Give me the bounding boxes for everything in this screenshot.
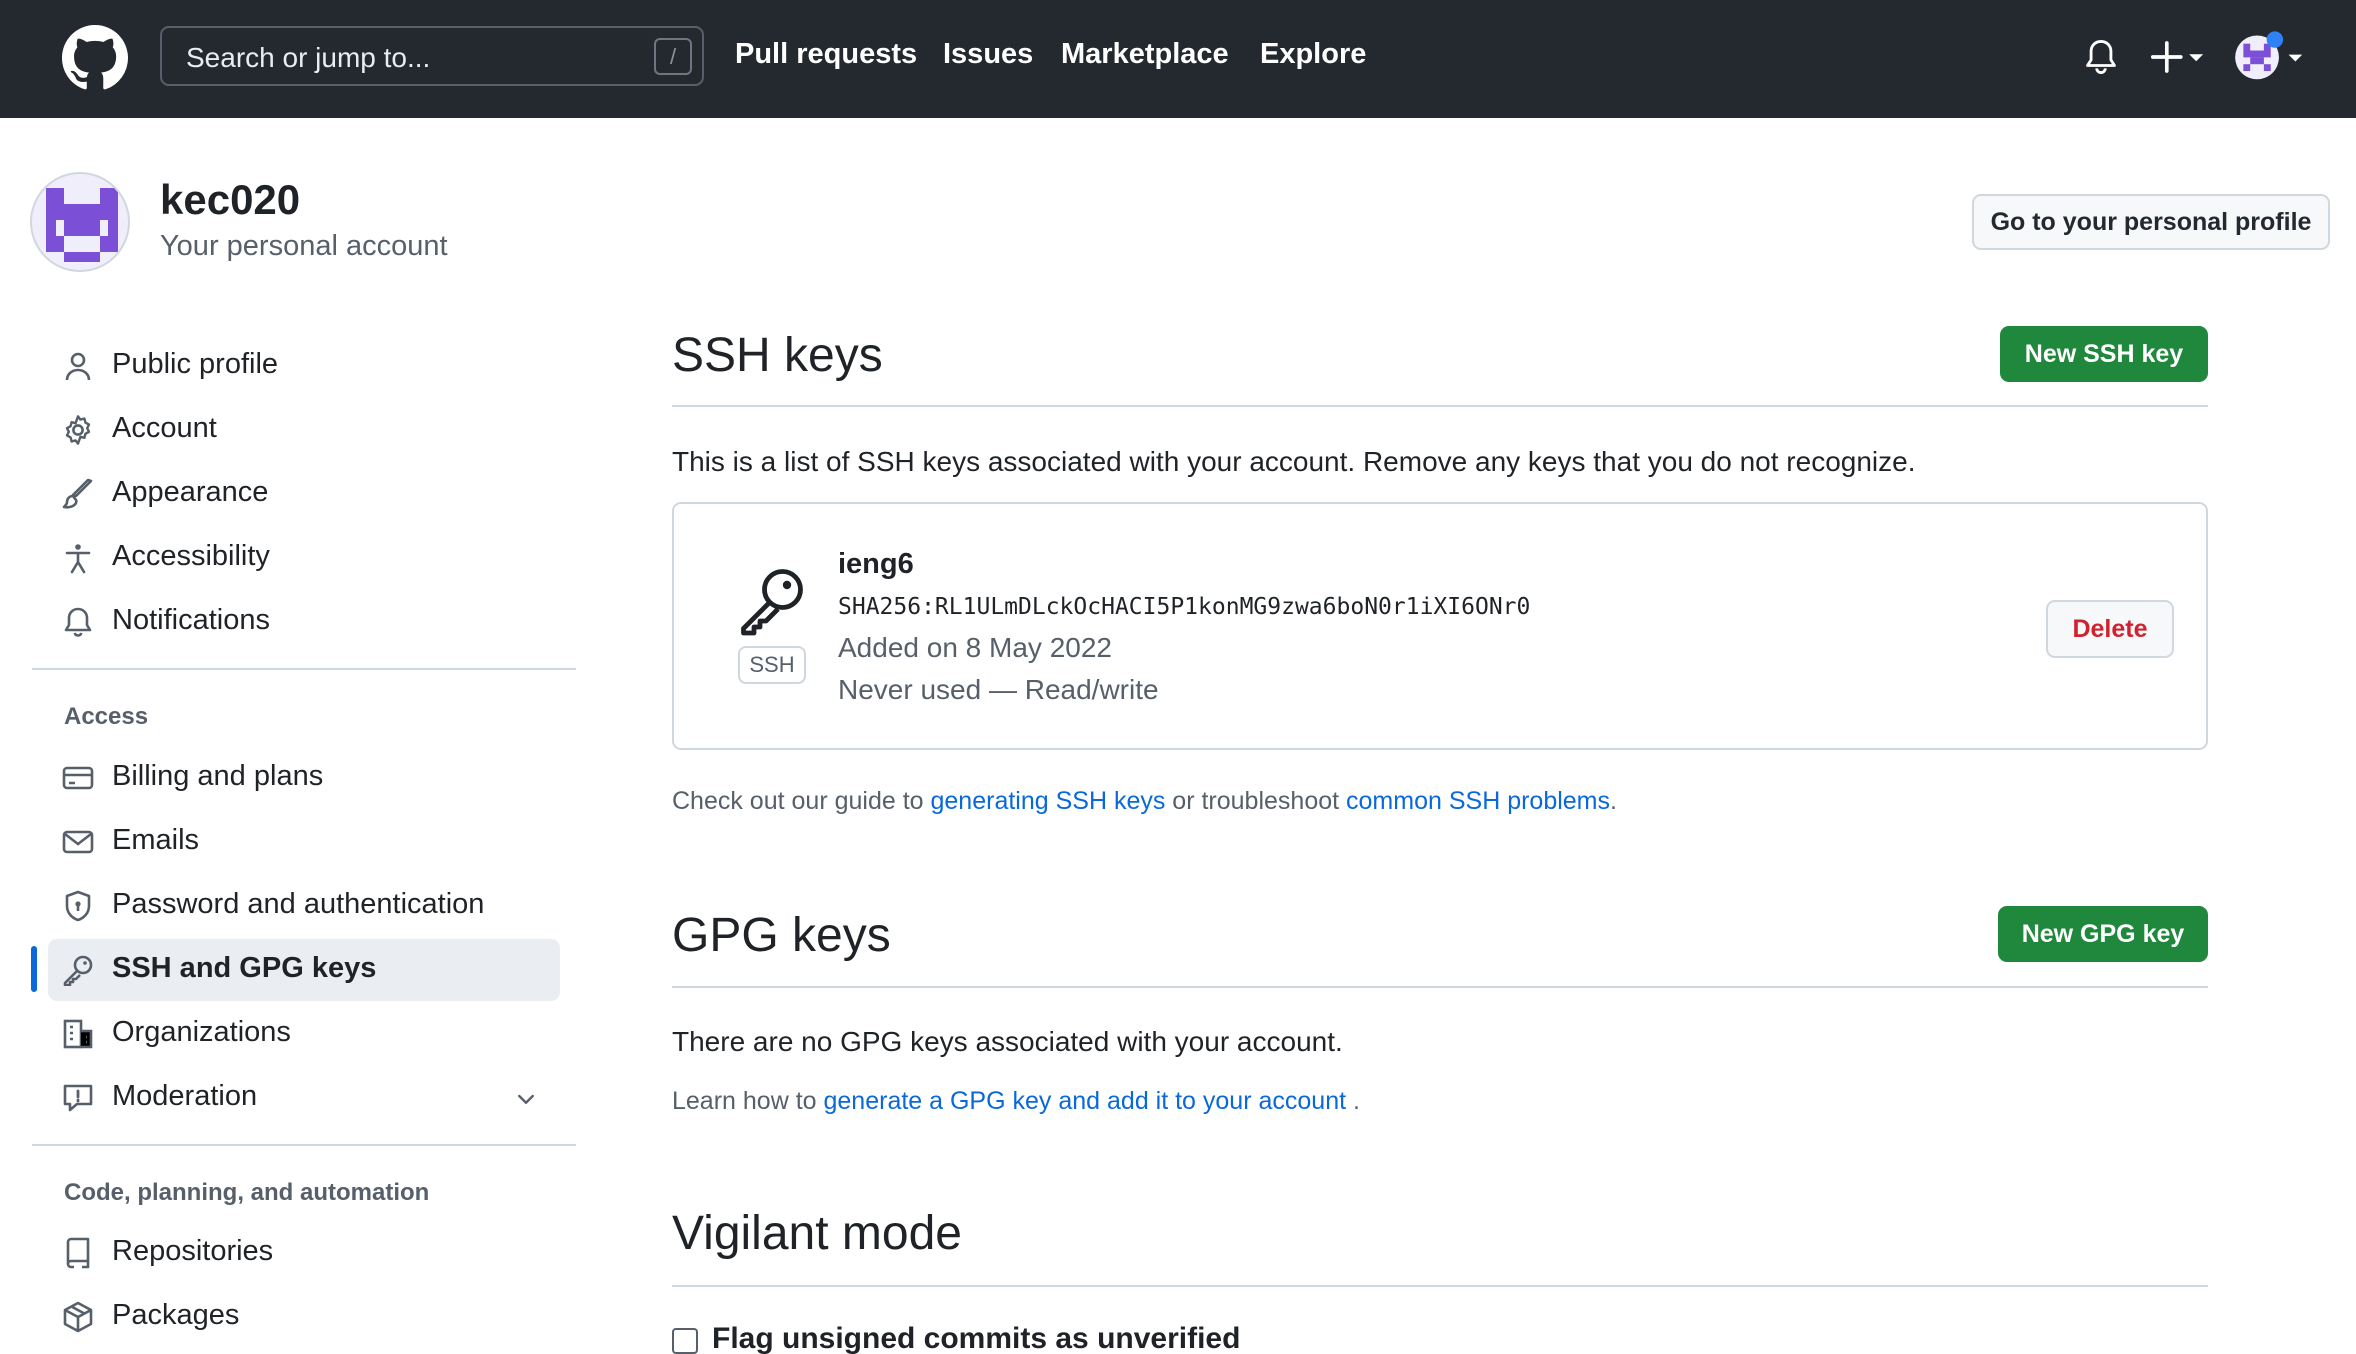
notifications-bell-icon[interactable] <box>2084 38 2118 76</box>
active-indicator <box>31 946 37 992</box>
shield-lock-icon <box>65 890 91 922</box>
search-input[interactable]: Search or jump to... / <box>160 26 704 86</box>
identicon-image <box>46 188 118 262</box>
sidebar-item-label: Moderation <box>112 1080 258 1112</box>
github-logo-icon[interactable] <box>62 25 128 91</box>
ssh-key-title: ieng6 <box>838 548 914 580</box>
account-subtitle: Your personal account <box>160 230 448 262</box>
new-gpg-key-button[interactable]: New GPG key <box>1998 906 2208 962</box>
key-icon <box>741 569 803 636</box>
ssh-key-added-date: Added on 8 May 2022 <box>838 632 1112 663</box>
section-divider <box>672 1285 2208 1287</box>
go-to-profile-button[interactable]: Go to your personal profile <box>1972 194 2330 250</box>
gpg-empty-message: There are no GPG keys associated with yo… <box>672 1026 1343 1057</box>
generating-ssh-keys-link[interactable]: generating SSH keys <box>931 787 1166 815</box>
global-header: Search or jump to... / Pull requests Iss… <box>0 0 2356 118</box>
accessibility-icon <box>65 544 91 574</box>
generate-gpg-key-link[interactable]: generate a GPG key and add it to your ac… <box>824 1087 1347 1115</box>
user-avatar-menu[interactable] <box>2232 30 2304 82</box>
search-shortcut-hint: / <box>654 38 692 75</box>
create-new-plus-icon[interactable] <box>2150 40 2206 74</box>
sidebar-item-label: Accessibility <box>112 540 270 572</box>
learn-prefix: Learn how to <box>672 1087 824 1115</box>
search-placeholder: Search or jump to... <box>186 42 431 73</box>
gear-icon <box>65 415 91 445</box>
guide-prefix: Check out our guide to <box>672 787 931 815</box>
mail-icon <box>62 830 94 854</box>
ssh-badge: SSH <box>738 646 806 684</box>
sidebar-item-label: Billing and plans <box>112 760 324 792</box>
sidebar-item-public-profile[interactable]: Public profile <box>48 335 560 397</box>
sidebar-item-label: Repositories <box>112 1235 274 1267</box>
sidebar-item-emails[interactable]: Emails <box>48 811 560 873</box>
sidebar-item-label: Emails <box>112 824 200 856</box>
person-icon <box>65 352 91 381</box>
sidebar-divider <box>32 1144 576 1146</box>
sidebar-item-appearance[interactable]: Appearance <box>48 463 560 525</box>
sidebar-item-label: Account <box>112 412 217 444</box>
key-icon <box>63 955 93 986</box>
sidebar-item-label: Organizations <box>112 1016 291 1048</box>
repo-icon <box>66 1237 90 1269</box>
ssh-description: This is a list of SSH keys associated wi… <box>672 446 1916 477</box>
bell-icon <box>64 607 92 637</box>
sidebar-item-repositories[interactable]: Repositories <box>48 1222 560 1284</box>
gpg-keys-heading: GPG keys <box>672 909 891 962</box>
chevron-down-icon[interactable] <box>514 1087 538 1111</box>
sidebar-heading-code: Code, planning, and automation <box>64 1179 430 1206</box>
nav-issues[interactable]: Issues <box>943 38 1033 71</box>
flag-unsigned-commits-label[interactable]: Flag unsigned commits as unverified <box>712 1322 1240 1354</box>
nav-pull-requests[interactable]: Pull requests <box>735 38 917 71</box>
section-divider <box>672 986 2208 988</box>
sidebar-item-billing[interactable]: Billing and plans <box>48 747 560 809</box>
ssh-guide-text: Check out our guide to generating SSH ke… <box>672 787 1617 816</box>
sidebar-item-notifications[interactable]: Notifications <box>48 591 560 653</box>
sidebar-item-accessibility[interactable]: Accessibility <box>48 527 560 589</box>
sidebar-item-label: Notifications <box>112 604 270 636</box>
delete-ssh-key-button[interactable]: Delete <box>2046 600 2174 658</box>
guide-suffix: . <box>1610 787 1617 815</box>
sidebar-item-label: Packages <box>112 1299 240 1331</box>
package-icon <box>63 1301 93 1333</box>
vigilant-mode-heading: Vigilant mode <box>672 1207 962 1260</box>
sidebar-item-moderation[interactable]: Moderation <box>48 1067 560 1129</box>
sidebar-divider <box>32 668 576 670</box>
sidebar-item-organizations[interactable]: Organizations <box>48 1003 560 1065</box>
nav-marketplace[interactable]: Marketplace <box>1061 38 1229 71</box>
flag-unsigned-commits-checkbox[interactable] <box>672 1328 698 1354</box>
sidebar-item-packages[interactable]: Packages <box>48 1286 560 1348</box>
sidebar-item-account[interactable]: Account <box>48 399 560 461</box>
ssh-key-item: SSH ieng6 SHA256:RL1ULmDLckOcHACI5P1konM… <box>672 502 2208 750</box>
section-divider <box>672 405 2208 407</box>
avatar <box>30 172 130 272</box>
nav-explore[interactable]: Explore <box>1260 38 1366 71</box>
gpg-learn-text: Learn how to generate a GPG key and add … <box>672 1087 1360 1116</box>
ssh-key-usage: Never used — Read/write <box>838 674 1159 705</box>
sidebar-item-label: Public profile <box>112 348 279 380</box>
sidebar-item-label: Password and authentication <box>112 888 485 920</box>
sidebar-item-password-authentication[interactable]: Password and authentication <box>48 875 560 937</box>
paintbrush-icon <box>62 478 93 509</box>
common-ssh-problems-link[interactable]: common SSH problems <box>1346 787 1610 815</box>
ssh-keys-heading: SSH keys <box>672 329 883 382</box>
sidebar-item-label: SSH and GPG keys <box>112 952 377 984</box>
report-icon <box>63 1084 93 1112</box>
credit-card-icon <box>62 766 94 790</box>
account-username: kec020 <box>160 176 301 223</box>
organization-icon <box>63 1019 93 1049</box>
sidebar-heading-access: Access <box>64 703 149 730</box>
sidebar-item-label: Appearance <box>112 476 269 508</box>
ssh-key-fingerprint: SHA256:RL1ULmDLckOcHACI5P1konMG9zwa6boN0… <box>838 594 1531 620</box>
guide-middle: or troubleshoot <box>1165 787 1347 815</box>
new-ssh-key-button[interactable]: New SSH key <box>2000 326 2208 382</box>
learn-suffix: . <box>1346 1087 1360 1115</box>
sidebar-item-ssh-gpg-keys[interactable]: SSH and GPG keys <box>48 939 560 1001</box>
